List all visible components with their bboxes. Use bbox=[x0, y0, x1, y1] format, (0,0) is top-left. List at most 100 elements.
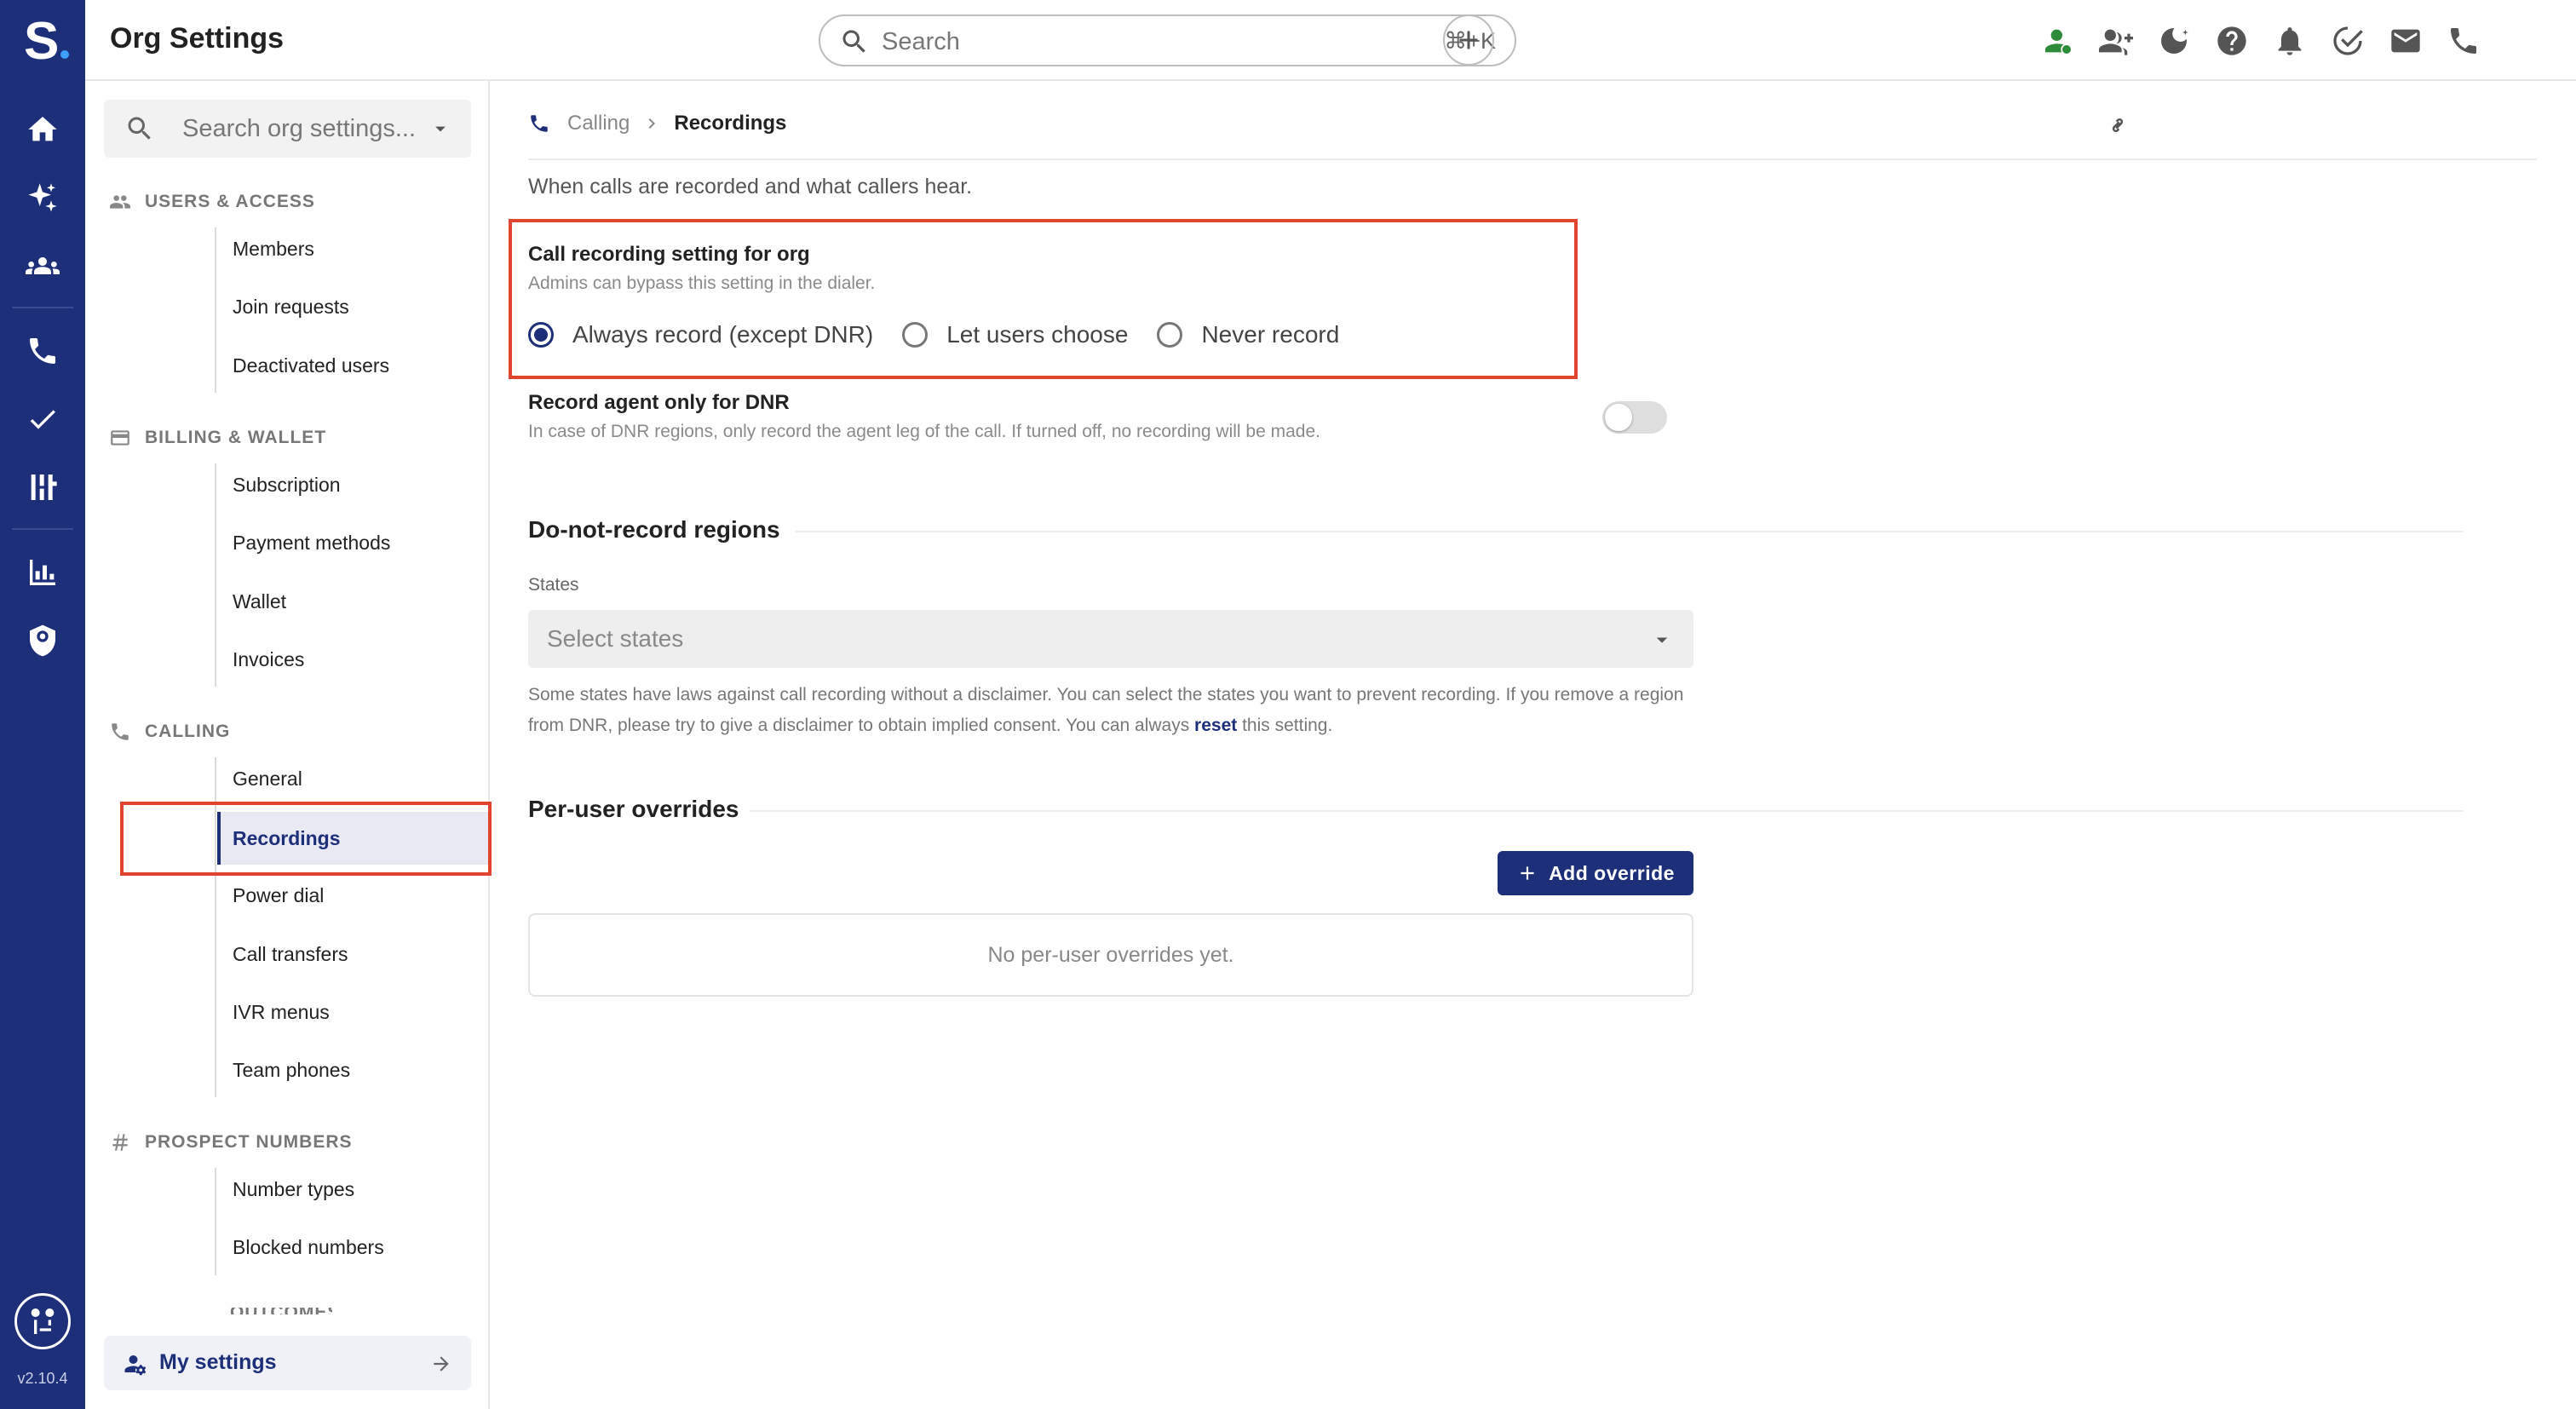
app-version: v2.10.4 bbox=[17, 1370, 68, 1387]
radio-circle bbox=[1157, 322, 1183, 348]
overrides-heading: Per-user overrides bbox=[528, 796, 739, 822]
check-icon[interactable] bbox=[24, 400, 61, 438]
breadcrumb-recordings: Recordings bbox=[674, 112, 787, 135]
sidebar-item-payment-methods[interactable]: Payment methods bbox=[217, 519, 488, 566]
settings-sidebar: Search org settings... USERS & ACCESS Me… bbox=[85, 81, 490, 1409]
agent-only-sub: In case of DNR regions, only record the … bbox=[528, 422, 1320, 441]
search-icon bbox=[842, 30, 865, 53]
breadcrumb-divider bbox=[528, 158, 2537, 160]
app-root: S v2.10.4 Org Settings Search ⌘+K bbox=[0, 0, 2576, 1409]
team-icon[interactable] bbox=[24, 247, 61, 285]
main-content: Calling Recordings When calls are record… bbox=[492, 81, 2576, 1409]
plus-icon bbox=[1521, 866, 1534, 880]
search-placeholder: Search bbox=[882, 28, 960, 55]
agent-only-toggle[interactable] bbox=[1602, 401, 1667, 434]
card-icon bbox=[111, 430, 129, 446]
logo-dot bbox=[60, 50, 70, 59]
dnr-heading: Do-not-record regions bbox=[528, 516, 780, 543]
empty-text: No per-user overrides yet. bbox=[987, 942, 1234, 967]
nav-tree-line bbox=[215, 463, 216, 687]
add-team-icon[interactable] bbox=[2097, 22, 2135, 60]
radio-let-users-choose[interactable]: Let users choose bbox=[902, 321, 1128, 348]
search-icon bbox=[128, 117, 151, 140]
nav-tree-line bbox=[215, 227, 216, 393]
bell-icon[interactable] bbox=[2271, 22, 2309, 60]
top-bar: Org Settings Search ⌘+K bbox=[85, 0, 2576, 81]
sidebar-item-ivr-menus[interactable]: IVR menus bbox=[217, 988, 488, 1036]
sidebar-item-blocked-numbers[interactable]: Blocked numbers bbox=[217, 1223, 488, 1271]
sidebar-item-call-transfers[interactable]: Call transfers bbox=[217, 930, 488, 978]
sidebar-item-join-requests[interactable]: Join requests bbox=[217, 283, 488, 331]
radio-circle-selected bbox=[528, 322, 554, 348]
sidebar-item-wallet[interactable]: Wallet bbox=[217, 578, 488, 625]
states-select[interactable]: Select states bbox=[528, 610, 1693, 668]
shield-icon[interactable] bbox=[24, 622, 61, 659]
chevron-down-icon bbox=[435, 126, 446, 132]
phone-icon[interactable] bbox=[24, 332, 61, 370]
phone-icon bbox=[112, 723, 129, 740]
sidebar-item-deactivated-users[interactable]: Deactivated users bbox=[217, 342, 488, 389]
create-button[interactable] bbox=[1443, 14, 1494, 66]
help-text: Some states have laws against call recor… bbox=[528, 685, 1684, 735]
mail-icon[interactable] bbox=[2387, 22, 2424, 60]
copy-link-icon[interactable] bbox=[2104, 112, 2131, 139]
chevron-right-icon bbox=[648, 118, 656, 129]
states-placeholder: Select states bbox=[547, 625, 684, 652]
org-recording-label: Call recording setting for org bbox=[528, 243, 810, 266]
overrides-empty-state: No per-user overrides yet. bbox=[528, 913, 1693, 997]
group-outcomes-partial: OUTCOMES bbox=[230, 1308, 332, 1314]
radio-label: Never record bbox=[1201, 321, 1340, 348]
phone-icon bbox=[531, 115, 548, 132]
arrow-right-icon bbox=[434, 1356, 449, 1372]
people-icon bbox=[110, 195, 130, 209]
chevron-down-icon bbox=[1656, 637, 1668, 643]
dnr-heading-rule bbox=[796, 531, 2463, 532]
radio-always-record[interactable]: Always record (except DNR) bbox=[528, 321, 873, 348]
app-logo[interactable]: S bbox=[24, 12, 70, 71]
sidebar-item-team-phones[interactable]: Team phones bbox=[217, 1046, 488, 1094]
add-override-button[interactable]: Add override bbox=[1498, 851, 1693, 895]
hash-icon bbox=[112, 1134, 128, 1151]
route-icon[interactable] bbox=[14, 1293, 71, 1349]
page-title: Org Settings bbox=[110, 22, 285, 55]
rail-divider bbox=[12, 528, 73, 530]
toggle-knob bbox=[1605, 404, 1632, 431]
global-search[interactable]: Search ⌘+K bbox=[819, 14, 1516, 66]
rail-divider bbox=[12, 307, 73, 308]
my-settings-button[interactable]: My settings bbox=[104, 1336, 471, 1390]
nav-tree-line bbox=[215, 1168, 216, 1275]
settings-search-input[interactable]: Search org settings... bbox=[104, 100, 471, 158]
reset-link[interactable]: reset bbox=[1194, 716, 1237, 735]
phone-icon[interactable] bbox=[2445, 22, 2482, 60]
do-not-disturb-icon[interactable] bbox=[2155, 22, 2193, 60]
radio-circle bbox=[902, 322, 929, 348]
sequence-icon[interactable] bbox=[24, 469, 61, 506]
user-status-icon[interactable] bbox=[2039, 22, 2077, 60]
group-prospect-numbers: PROSPECT NUMBERS bbox=[109, 1131, 353, 1153]
sparkle-icon[interactable] bbox=[24, 179, 61, 216]
states-label: States bbox=[528, 575, 579, 595]
radio-label: Let users choose bbox=[946, 321, 1129, 348]
nav-tree-line bbox=[215, 757, 216, 1097]
sidebar-item-number-types[interactable]: Number types bbox=[217, 1165, 488, 1213]
sidebar-item-recordings[interactable]: Recordings bbox=[217, 812, 488, 865]
sidebar-item-invoices[interactable]: Invoices bbox=[217, 635, 488, 683]
sidebar-item-subscription[interactable]: Subscription bbox=[217, 461, 488, 509]
help-icon[interactable] bbox=[2213, 22, 2251, 60]
group-users-access: USERS & ACCESS bbox=[109, 191, 315, 213]
my-settings-label: My settings bbox=[159, 1350, 277, 1374]
agent-only-label: Record agent only for DNR bbox=[528, 391, 790, 414]
sidebar-item-members[interactable]: Members bbox=[217, 225, 488, 273]
radio-label: Always record (except DNR) bbox=[572, 321, 874, 348]
overrides-heading-rule bbox=[750, 810, 2463, 812]
breadcrumb-calling[interactable]: Calling bbox=[567, 112, 630, 135]
logo-letter: S bbox=[24, 12, 60, 71]
radio-never-record[interactable]: Never record bbox=[1157, 321, 1339, 348]
bar-chart-icon[interactable] bbox=[24, 554, 61, 591]
home-icon[interactable] bbox=[24, 111, 61, 148]
sidebar-item-power-dial[interactable]: Power dial bbox=[217, 871, 488, 919]
icon-rail: S v2.10.4 bbox=[0, 0, 85, 1409]
group-calling: CALLING bbox=[109, 721, 230, 743]
sidebar-item-general[interactable]: General bbox=[217, 755, 488, 802]
task-icon[interactable] bbox=[2329, 22, 2366, 60]
